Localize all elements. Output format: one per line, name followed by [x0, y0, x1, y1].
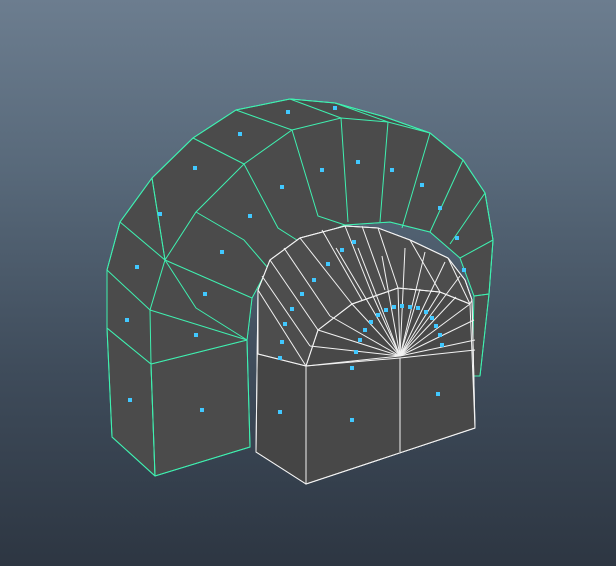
scene-canvas[interactable] [0, 0, 616, 566]
inner-arch-mesh[interactable] [255, 225, 476, 485]
perspective-viewport[interactable] [0, 0, 616, 566]
